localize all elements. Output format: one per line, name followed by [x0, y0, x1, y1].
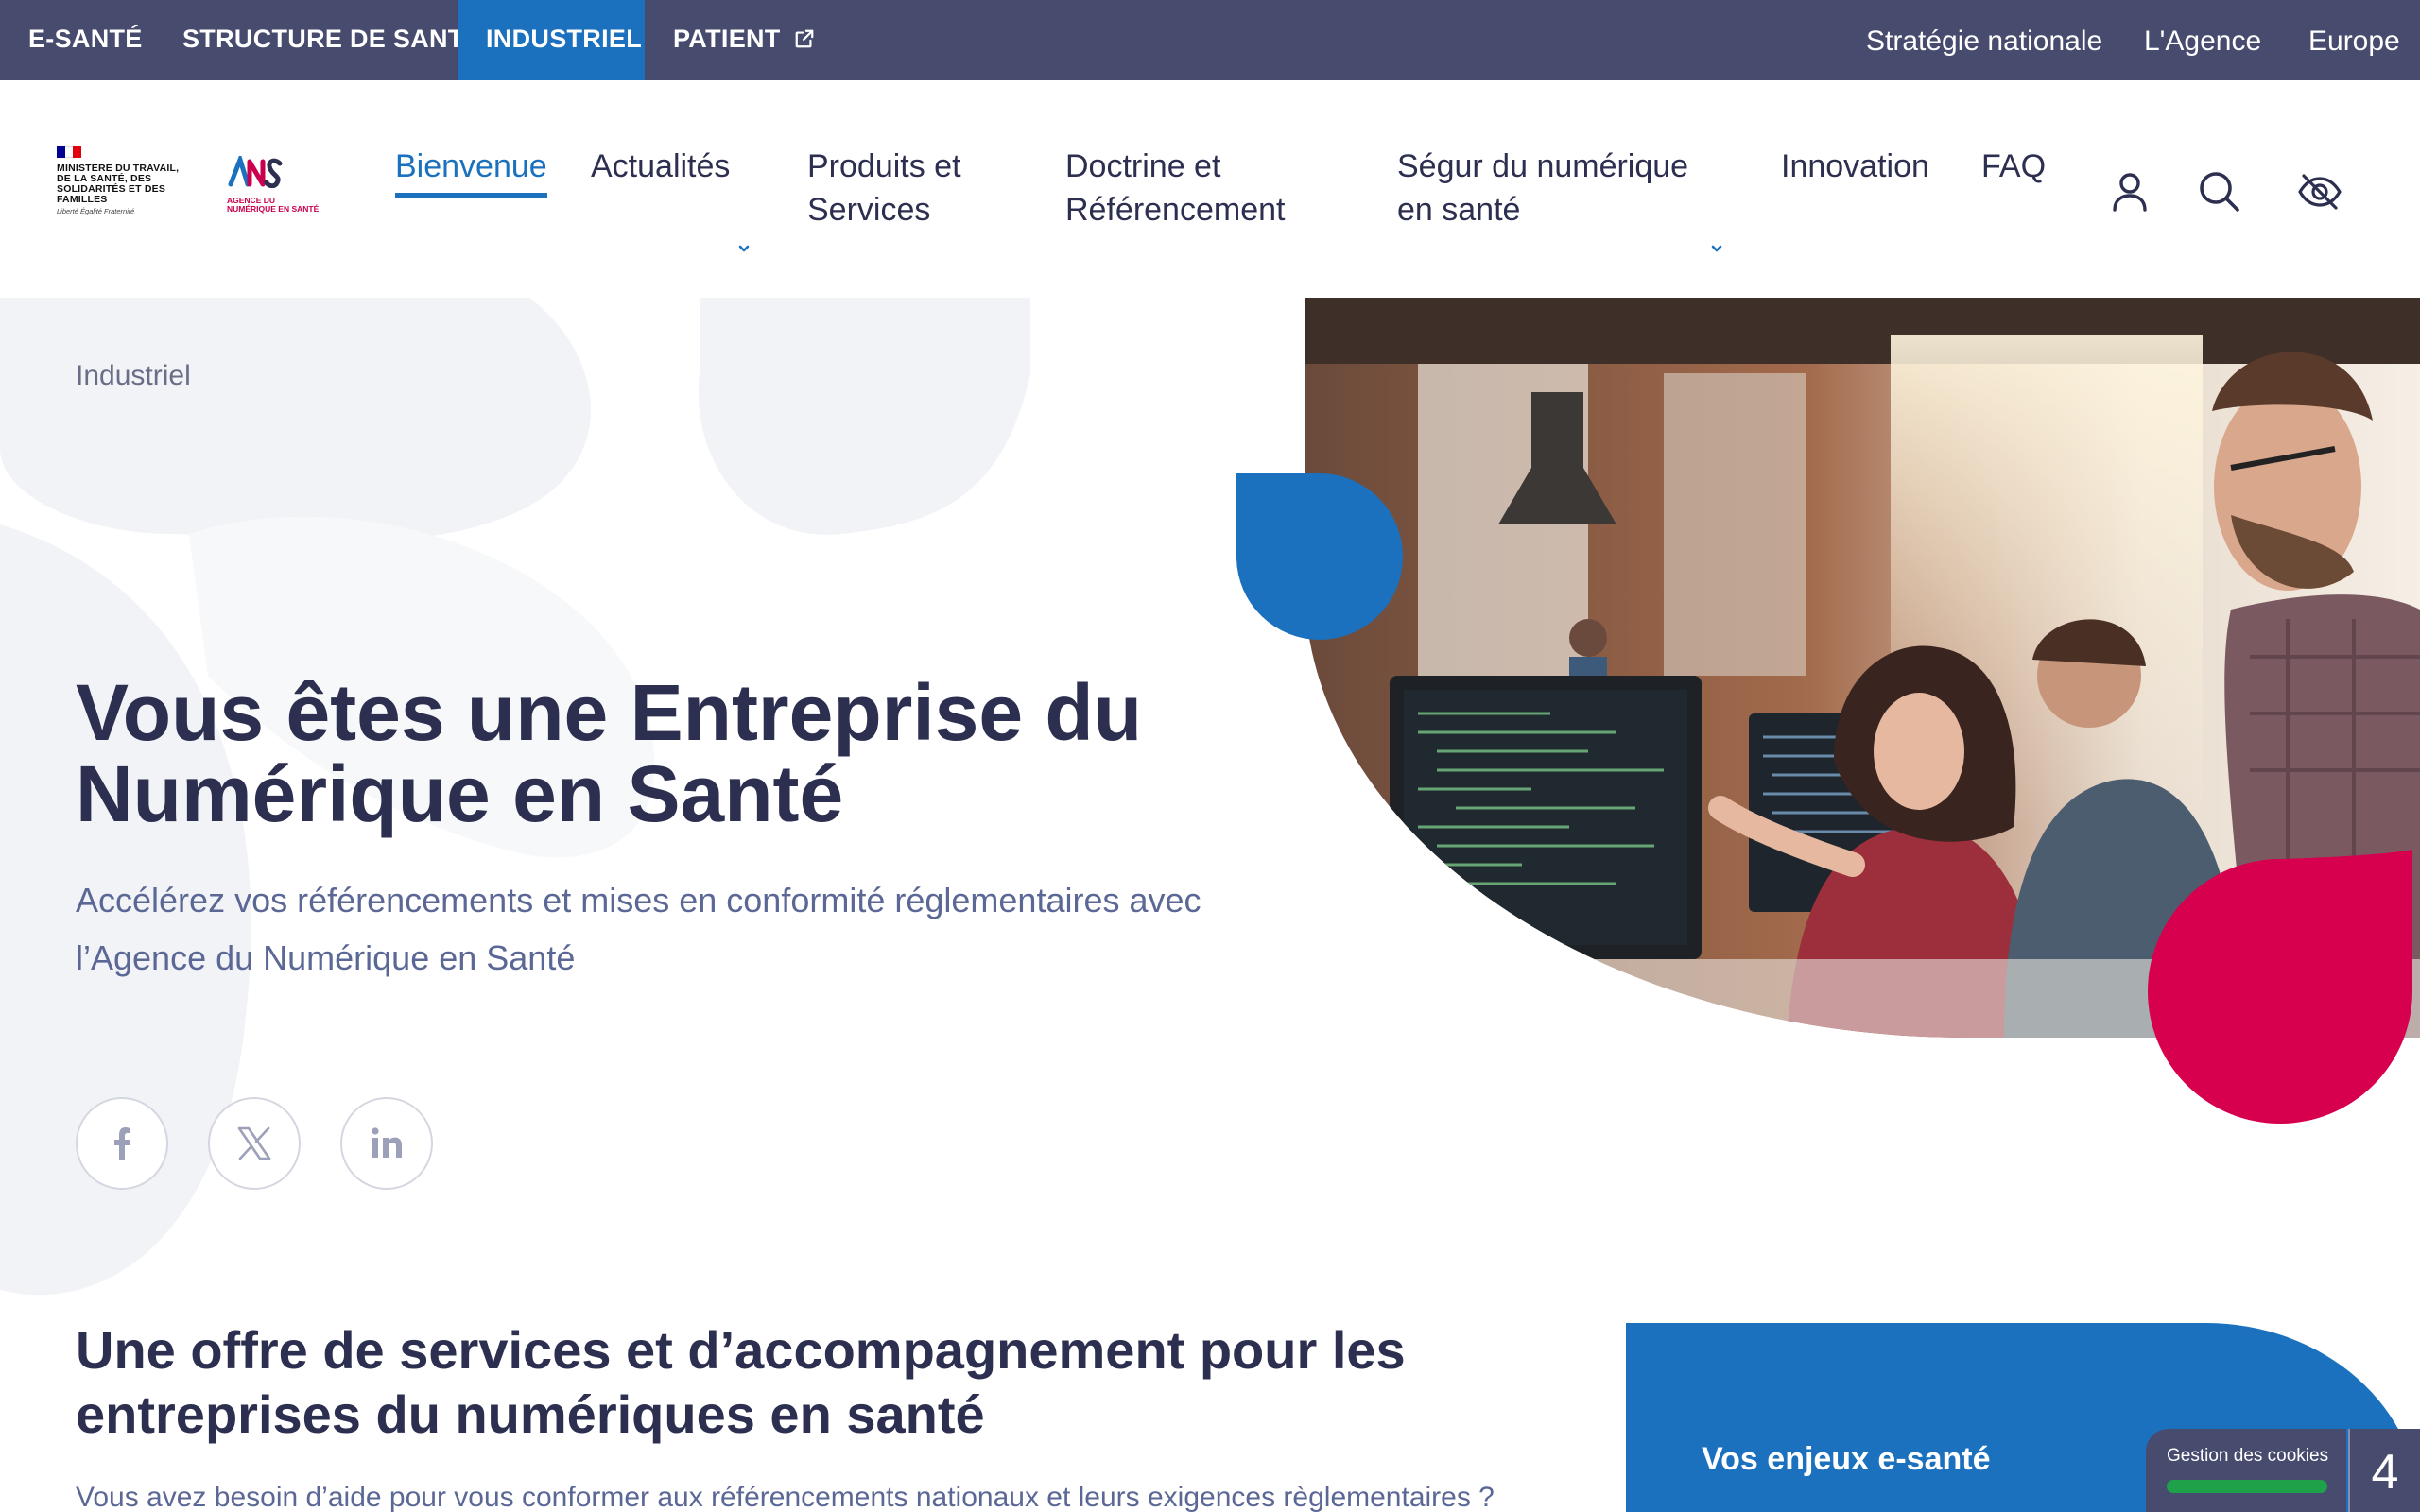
external-link-icon	[795, 29, 813, 48]
nav-label: Actualités	[591, 148, 731, 184]
tab-label: INDUSTRIEL	[486, 25, 642, 53]
search-icon[interactable]	[2196, 168, 2243, 215]
section-title: Une offre de services et d’accompagnemen…	[76, 1320, 1406, 1444]
linkedin-icon	[372, 1127, 402, 1158]
nav-innovation[interactable]: Innovation	[1781, 145, 1929, 188]
user-icon[interactable]	[2106, 168, 2153, 215]
hero-title: Vous êtes une Entreprise du Numérique en…	[76, 668, 1143, 838]
nav-faq[interactable]: FAQ	[1981, 145, 2046, 188]
nav-segur-du-numerique[interactable]: Ségur du numérique en santé	[1397, 145, 1700, 232]
tab-label: PATIENT	[673, 25, 781, 53]
accessibility-eye-icon[interactable]	[2296, 168, 2343, 215]
ministry-name: MINISTÈRE DU TRAVAIL, DE LA SANTÉ, DES S…	[57, 163, 180, 205]
section-text: Vous avez besoin d’aide pour vous confor…	[76, 1482, 1495, 1512]
nav-produits-et-services[interactable]: Produits et Services	[807, 145, 1015, 232]
facebook-icon	[114, 1127, 130, 1160]
chevron-down-icon[interactable]	[1710, 242, 1723, 255]
link-l-agence[interactable]: L'Agence	[2144, 0, 2261, 80]
tab-label: STRUCTURE DE SANTÉ	[182, 25, 481, 53]
cookie-count-badge[interactable]: 4	[2348, 1429, 2420, 1512]
x-share-button[interactable]	[208, 1097, 301, 1190]
link-europe[interactable]: Europe	[2308, 0, 2400, 80]
top-utility-bar: E-SANTÉ STRUCTURE DE SANTÉ INDUSTRIEL PA…	[0, 0, 2420, 80]
linkedin-share-button[interactable]	[340, 1097, 433, 1190]
ministry-motto: Liberté Égalité Fraternité	[57, 207, 135, 215]
hero-subtitle: Accélérez vos référencements et mises en…	[76, 881, 1201, 977]
x-icon	[237, 1126, 271, 1160]
cookie-label: Gestion des cookies	[2167, 1446, 2329, 1466]
red-drop-shape	[2148, 850, 2412, 1124]
facebook-share-button[interactable]	[76, 1097, 168, 1190]
french-flag-icon	[57, 146, 82, 158]
link-strategie-nationale[interactable]: Stratégie nationale	[1866, 0, 2102, 80]
card-title: Vos enjeux e-santé	[1702, 1441, 1991, 1477]
ans-monogram-icon	[228, 152, 283, 189]
cookie-status-bar	[2167, 1480, 2327, 1493]
tab-patient[interactable]: PATIENT	[645, 0, 843, 80]
blue-drop-shape	[1236, 473, 1403, 640]
tab-e-sante[interactable]: E-SANTÉ	[0, 0, 171, 80]
tab-label: E-SANTÉ	[28, 25, 143, 53]
nav-actualites[interactable]: Actualités	[591, 145, 730, 188]
cookie-management-button[interactable]: Gestion des cookies	[2146, 1429, 2346, 1512]
ministry-logo[interactable]: MINISTÈRE DU TRAVAIL, DE LA SANTÉ, DES S…	[57, 146, 189, 215]
breadcrumb[interactable]: Industriel	[76, 360, 191, 392]
main-header: MINISTÈRE DU TRAVAIL, DE LA SANTÉ, DES S…	[0, 80, 2420, 298]
chevron-down-icon[interactable]	[737, 242, 751, 255]
nav-bienvenue[interactable]: Bienvenue	[395, 145, 547, 198]
ans-name: AGENCE DU NUMÉRIQUE EN SANTÉ	[227, 196, 320, 214]
nav-label: Ségur du numérique en santé	[1397, 148, 1689, 228]
nav-doctrine-et-referencement[interactable]: Doctrine et Référencement	[1065, 145, 1302, 232]
tab-structure-de-sante[interactable]: STRUCTURE DE SANTÉ	[154, 0, 510, 80]
tab-industriel[interactable]: INDUSTRIEL	[458, 0, 645, 80]
ans-logo[interactable]: AGENCE DU NUMÉRIQUE EN SANTÉ	[227, 152, 321, 214]
